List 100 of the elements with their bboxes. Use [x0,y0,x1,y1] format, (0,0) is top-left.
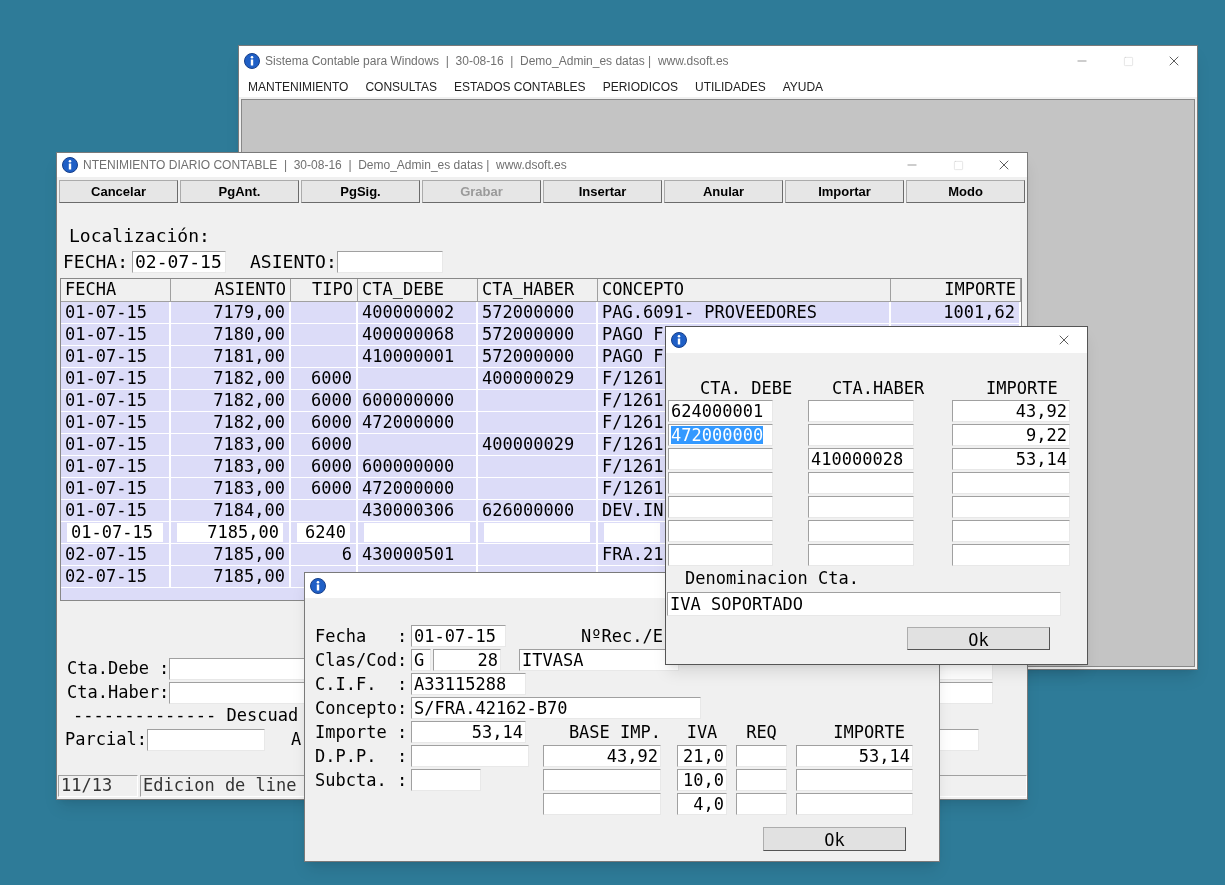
account-field[interactable]: 410000028 [808,448,914,470]
tax-field[interactable]: 10,0 [677,769,727,791]
tax-field[interactable]: 21,0 [677,745,727,767]
table-cell: 01-07-15 [65,434,147,455]
table-cell: 600000000 [362,390,455,411]
table-cell: 7185,00 [213,566,285,587]
table-cell: 7181,00 [213,346,285,367]
table-cell: 01-07-15 [71,523,153,542]
column-header: IVA [686,723,718,741]
status-panel: 11/13 [58,775,138,797]
table-row[interactable]: 01-07-15 7179,00 400000002 572000000 PAG.6091- PROVEEDORES 1001,62 [61,302,1021,324]
window-title: Sistema Contable para Windows | 30-08-16 | Demo_Admin_es datas | www.dsoft.es [265,53,729,70]
field-label: C.I.F. : [315,675,408,693]
table-cell: 6000 [311,368,352,389]
table-cell: 01-07-15 [65,368,147,389]
menu-item[interactable]: PERIODICOS [602,77,678,96]
menu-item[interactable]: MANTENIMIENTO [248,77,349,96]
field-label: A [290,731,302,748]
field-label: Importe : [315,723,408,741]
concept-field[interactable]: S/FRA.42162-B70 [411,697,701,719]
table-cell: 6240 [305,523,346,542]
field-label: ASIENTO: [250,253,337,271]
amount-field[interactable]: 9,22 [952,424,1070,446]
table-cell: 7184,00 [213,500,285,521]
table-cell: PAG.6091- PROVEEDORES [602,302,817,323]
amount-field[interactable]: 53,14 [952,448,1070,470]
amount-field[interactable]: 43,92 [952,400,1070,422]
column-header: REQ [746,723,777,741]
toolbar-button[interactable]: Anular [664,180,783,203]
table-cell: 01-07-15 [65,478,147,499]
field-label: Denominacion Cta. [685,569,859,587]
menu-item[interactable]: AYUDA [782,77,824,96]
table-cell: 7179,00 [213,302,285,323]
table-cell: 626000000 [482,500,575,521]
table-cell: 430000306 [362,500,455,521]
table-cell: 7180,00 [213,324,285,345]
amount-field[interactable]: 53,14 [411,721,526,743]
table-cell: 6 [341,544,352,565]
tax-field[interactable]: 4,0 [677,793,727,815]
toolbar-button[interactable]: PgAnt. [180,180,299,203]
toolbar-button[interactable]: PgSig. [301,180,420,203]
toolbar-button[interactable]: Insertar [543,180,662,203]
code-field[interactable]: 28 [433,649,501,671]
table-cell: 01-07-15 [65,500,147,521]
table-cell: F/1261 [602,390,664,411]
menu-item[interactable]: CONSULTAS [365,77,438,96]
table-cell: 600000000 [362,456,455,477]
ok-button[interactable]: Ok [907,627,1050,650]
separator-label: -------------- Descuad [73,707,299,724]
toolbar-button[interactable]: Modo [906,180,1025,203]
table-cell: 6000 [311,478,352,499]
table-cell: FRA.21 [602,544,664,565]
table-cell: 572000000 [482,302,575,323]
table-cell: 400000029 [482,434,575,455]
table-cell: 02-07-15 [65,544,147,565]
table-cell: PAGO F [602,324,664,345]
field-label: Concepto: [315,699,408,717]
field-label: Cta.Debe : [67,660,170,677]
table-cell: 472000000 [362,478,455,499]
account-field[interactable]: 624000001 [668,400,773,422]
class-field[interactable]: G [411,649,431,671]
toolbar-button[interactable]: Importar [785,180,904,203]
table-cell: 430000501 [362,544,455,565]
table-cell: 02-07-15 [65,566,147,587]
tax-field[interactable]: 43,92 [543,745,661,767]
table-cell: 01-07-15 [65,390,147,411]
table-cell: 01-07-15 [65,412,147,433]
tax-id-field[interactable]: A33115288 [411,673,526,695]
table-cell: 7182,00 [213,368,285,389]
column-header: IMPORTE [833,723,906,741]
date-field[interactable]: 01-07-15 [411,625,506,647]
column-header: BASE IMP. [568,723,661,741]
name-field[interactable]: IVA SOPORTADO [667,592,1061,616]
date-field[interactable]: 02-07-15 [132,251,227,273]
table-cell: DEV.IN [602,500,664,521]
field-label: D.P.P. : [315,747,408,765]
table-cell: 01-07-15 [65,324,147,345]
field-label: Parcial: [65,731,147,748]
table-cell: 7183,00 [213,434,285,455]
tax-field[interactable]: 53,14 [796,745,913,767]
table-cell: F/1261 [602,412,664,433]
table-cell: 7185,00 [213,544,285,565]
table-cell: 7183,00 [213,478,285,499]
table-cell: 6000 [311,412,352,433]
ok-button[interactable]: Ok [763,827,906,851]
field-label: Clas/Cod: [315,651,408,669]
table-cell: 400000068 [362,324,455,345]
table-cell: 572000000 [482,346,575,367]
table-cell: 7182,00 [213,390,285,411]
menu-item[interactable]: UTILIDADES [695,77,766,96]
table-cell: F/1261 [602,368,664,389]
receipt-label: NºRec./E [581,627,663,645]
table-cell: PAGO F [602,346,664,367]
window-title: NTENIMIENTO DIARIO CONTABLE | 30-08-16 | Demo_Admin_es datas | www.dsoft.es [83,157,567,174]
name-field[interactable]: ITVASA [519,649,679,671]
menu-item[interactable]: ESTADOS CONTABLES [454,77,586,96]
table-cell: 410000001 [362,346,455,367]
field-label: Fecha : [315,627,408,645]
table-cell: 1001,62 [943,302,1015,323]
toolbar-button[interactable]: Cancelar [59,180,178,203]
